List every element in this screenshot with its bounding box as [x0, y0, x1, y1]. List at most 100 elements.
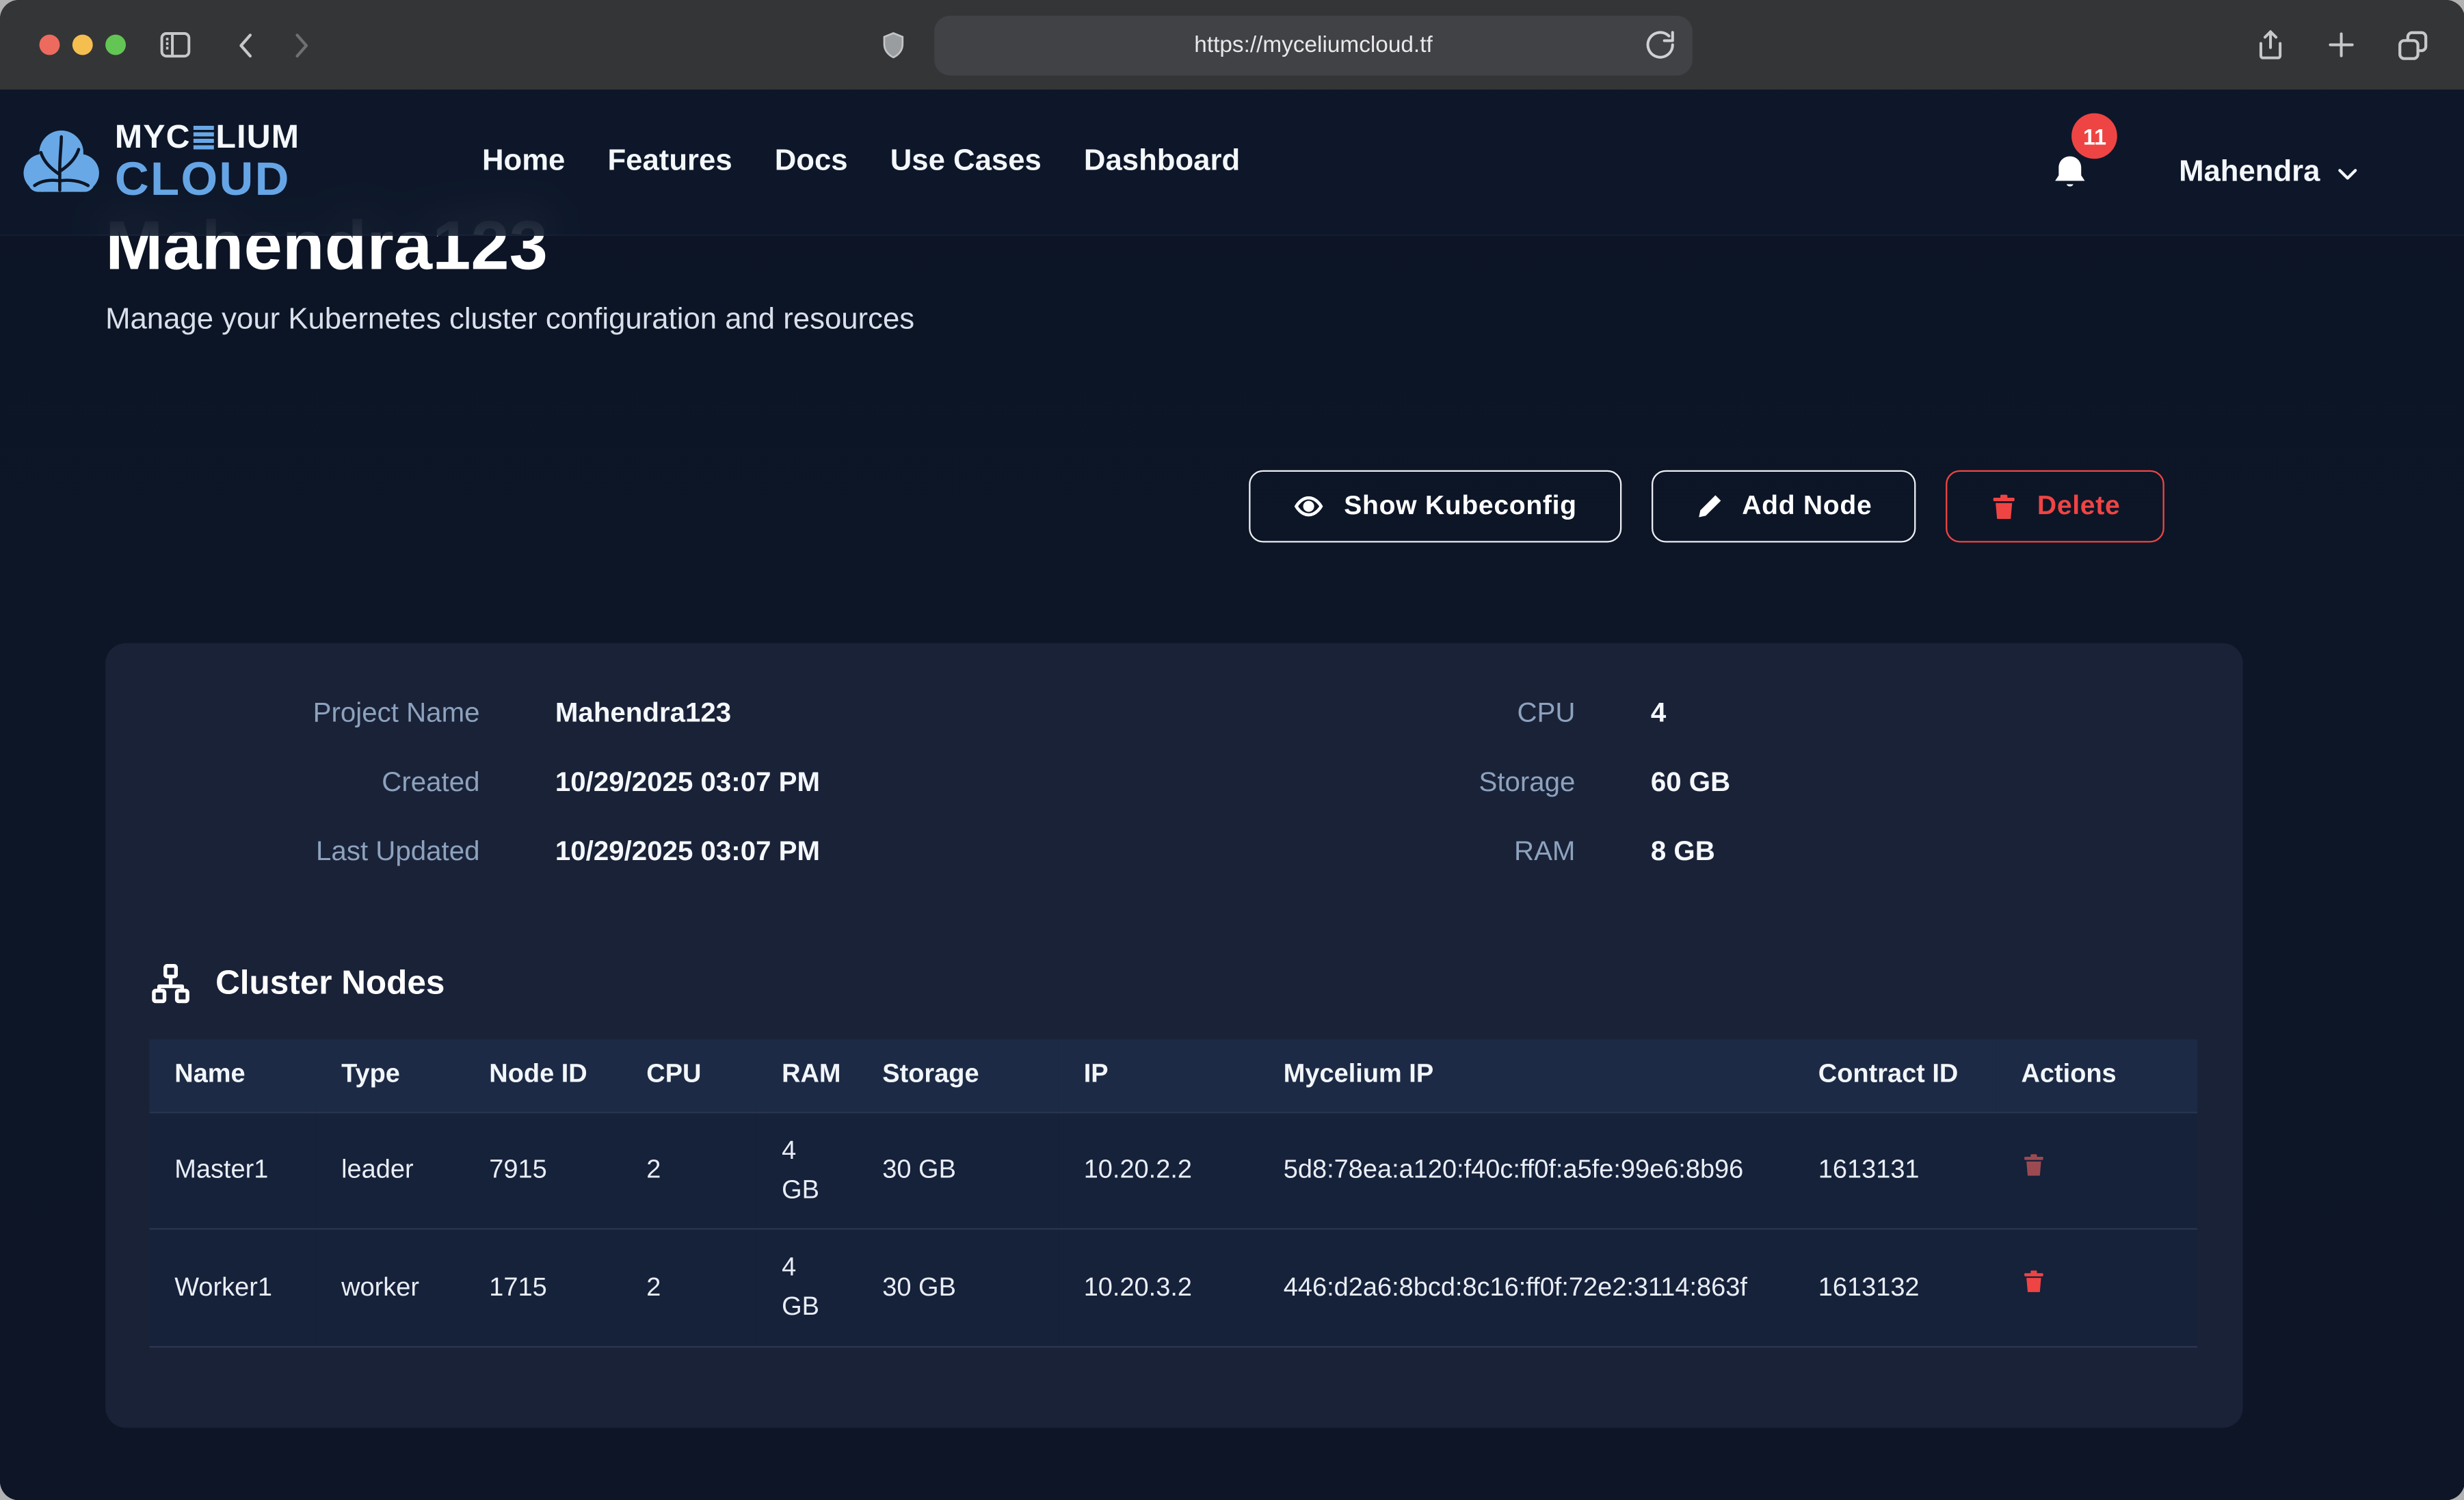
close-window-button[interactable]	[40, 35, 60, 55]
cluster-panel: Project Name Mahendra123 Created 10/29/2…	[105, 643, 2243, 1428]
screenshot-stage: https://myceliumcloud.tf	[0, 0, 2464, 1500]
chevron-down-icon	[2334, 159, 2361, 186]
reload-icon[interactable]	[1644, 27, 1677, 60]
col-cpu: CPU	[622, 1039, 757, 1112]
pencil-icon	[1695, 492, 1723, 520]
project-name-label: Project Name	[150, 697, 480, 729]
cluster-actions-row: Show Kubeconfig Add Node	[105, 470, 2164, 543]
browser-titlebar: https://myceliumcloud.tf	[0, 0, 2464, 90]
url-text: https://myceliumcloud.tf	[1194, 32, 1432, 57]
col-ip: IP	[1059, 1039, 1258, 1112]
mycelium-cloud-logo[interactable]: MYCLIUM CLOUD	[22, 120, 300, 204]
url-field[interactable]: https://myceliumcloud.tf	[934, 15, 1693, 75]
info-row-storage: Storage 60 GB	[1174, 766, 2199, 799]
node-row-worker1: Worker1 worker 1715 2 4 GB 30 GB 10.20.3…	[150, 1229, 2198, 1346]
cell-type: leader	[316, 1112, 464, 1229]
delete-label: Delete	[2037, 491, 2121, 522]
ram-label: RAM	[1174, 835, 1576, 868]
main-nav: Home Features Docs Use Cases Dashboard	[482, 145, 1240, 180]
nav-home[interactable]: Home	[482, 145, 565, 180]
share-icon[interactable]	[2254, 27, 2287, 63]
bell-icon	[2050, 151, 2091, 195]
privacy-shield-icon[interactable]	[877, 27, 909, 62]
cluster-nodes-heading: Cluster Nodes	[150, 963, 2199, 1005]
tab-overview-icon[interactable]	[2396, 27, 2430, 62]
cell-contract-id: 1613131	[1793, 1112, 1996, 1229]
node-row-master1: Master1 leader 7915 2 4 GB 30 GB 10.20.2…	[150, 1112, 2198, 1229]
show-kubeconfig-label: Show Kubeconfig	[1344, 491, 1577, 522]
page-subtitle: Manage your Kubernetes cluster configura…	[105, 304, 2243, 338]
project-name-value: Mahendra123	[555, 697, 1174, 729]
user-name: Mahendra	[2179, 156, 2320, 191]
show-kubeconfig-button[interactable]: Show Kubeconfig	[1249, 470, 1621, 543]
col-storage: Storage	[858, 1039, 1059, 1112]
nav-features[interactable]: Features	[607, 145, 732, 180]
add-node-button[interactable]: Add Node	[1651, 470, 1916, 543]
nav-docs[interactable]: Docs	[775, 145, 848, 180]
cell-ram: 4 GB	[756, 1112, 857, 1229]
info-row-ram: RAM 8 GB	[1174, 835, 2199, 868]
info-row-project-name: Project Name Mahendra123	[150, 697, 1174, 729]
logo-e-bars-icon	[193, 125, 213, 149]
minimize-window-button[interactable]	[72, 35, 93, 55]
cell-storage: 30 GB	[858, 1229, 1059, 1346]
info-row-last-updated: Last Updated 10/29/2025 03:07 PM	[150, 835, 1174, 868]
sidebar-toggle-icon[interactable]	[157, 27, 194, 63]
col-contract-id: Contract ID	[1793, 1039, 1996, 1112]
created-label: Created	[150, 766, 480, 799]
delete-node-button[interactable]	[2022, 1151, 2047, 1179]
col-actions: Actions	[1996, 1039, 2197, 1112]
page-content: Mahendra123 Manage your Kubernetes clust…	[0, 90, 2464, 1500]
col-name: Name	[150, 1039, 317, 1112]
cpu-value: 4	[1651, 697, 2199, 729]
cell-name: Worker1	[150, 1229, 317, 1346]
user-menu[interactable]: Mahendra	[2179, 156, 2361, 191]
created-value: 10/29/2025 03:07 PM	[555, 766, 1174, 799]
ram-value: 8 GB	[1651, 835, 2199, 868]
forward-button[interactable]	[284, 29, 316, 61]
logo-wordmark-mycelium: MYCLIUM	[115, 120, 300, 153]
back-button[interactable]	[231, 29, 263, 61]
logo-tree-icon	[22, 121, 101, 203]
last-updated-value: 10/29/2025 03:07 PM	[555, 835, 1174, 868]
zoom-window-button[interactable]	[105, 35, 126, 55]
cell-node-id: 7915	[464, 1112, 622, 1229]
delete-node-button[interactable]	[2022, 1268, 2047, 1296]
nodes-header-row: Name Type Node ID CPU RAM Storage IP Myc…	[150, 1039, 2198, 1112]
col-mycelium-ip: Mycelium IP	[1258, 1039, 1793, 1112]
cell-ip: 10.20.3.2	[1059, 1229, 1258, 1346]
nav-dashboard[interactable]: Dashboard	[1084, 145, 1240, 180]
site-viewport: Mahendra123 Manage your Kubernetes clust…	[0, 90, 2464, 1500]
nodes-table: Name Type Node ID CPU RAM Storage IP Myc…	[150, 1039, 2198, 1348]
nav-use-cases[interactable]: Use Cases	[890, 145, 1042, 180]
traffic-lights	[40, 35, 127, 55]
cell-ram: 4 GB	[756, 1229, 857, 1346]
notifications-button[interactable]: 11	[2050, 151, 2091, 195]
last-updated-label: Last Updated	[150, 835, 480, 868]
cluster-info-grid: Project Name Mahendra123 Created 10/29/2…	[150, 697, 2199, 905]
network-icon	[150, 963, 192, 1005]
cell-type: worker	[316, 1229, 464, 1346]
info-row-created: Created 10/29/2025 03:07 PM	[150, 766, 1174, 799]
cell-contract-id: 1613132	[1793, 1229, 1996, 1346]
col-ram: RAM	[756, 1039, 857, 1112]
add-node-label: Add Node	[1742, 491, 1872, 522]
cell-cpu: 2	[622, 1229, 757, 1346]
cell-mycelium-ip: 446:d2a6:8bcd:8c16:ff0f:72e2:3114:863f	[1258, 1229, 1793, 1346]
browser-window: https://myceliumcloud.tf	[0, 0, 2464, 1500]
trash-icon	[1990, 492, 2018, 522]
logo-wordmark-cloud: CLOUD	[115, 157, 300, 204]
site-header: MYCLIUM CLOUD Home Features Docs Use Cas…	[0, 90, 2464, 236]
col-type: Type	[316, 1039, 464, 1112]
notification-count-badge: 11	[2072, 113, 2118, 159]
delete-cluster-button[interactable]: Delete	[1946, 470, 2164, 543]
storage-value: 60 GB	[1651, 766, 2199, 799]
cluster-nodes-title: Cluster Nodes	[215, 964, 445, 1004]
cell-node-id: 1715	[464, 1229, 622, 1346]
storage-label: Storage	[1174, 766, 1576, 799]
new-tab-icon[interactable]	[2324, 28, 2357, 61]
col-node-id: Node ID	[464, 1039, 622, 1112]
cell-cpu: 2	[622, 1112, 757, 1229]
cell-mycelium-ip: 5d8:78ea:a120:f40c:ff0f:a5fe:99e6:8b96	[1258, 1112, 1793, 1229]
cell-ip: 10.20.2.2	[1059, 1112, 1258, 1229]
